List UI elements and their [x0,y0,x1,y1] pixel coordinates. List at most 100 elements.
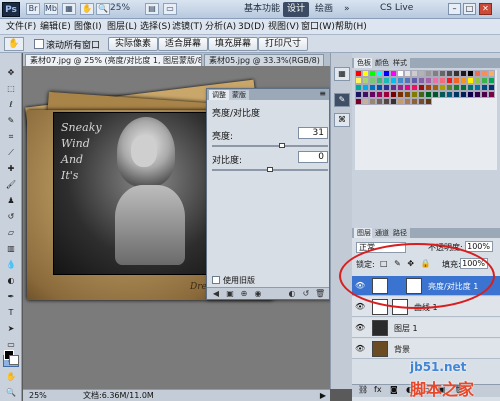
link-icon[interactable]: ⛓ [358,385,368,394]
swatch[interactable] [432,70,439,77]
type-tool-icon[interactable]: T [3,307,19,319]
swatch[interactable] [488,84,495,91]
swatch[interactable] [355,70,362,77]
cs-live-button[interactable]: CS Live [380,3,413,13]
menu-3d[interactable]: 3D(D) [238,20,265,34]
print-size-button[interactable]: 打印尺寸 [258,37,309,51]
swatch[interactable] [453,84,460,91]
blur-tool-icon[interactable]: 💧 [3,259,19,271]
layer-row[interactable]: 👁 图层 1 [352,318,500,338]
layer-name[interactable]: 图层 1 [394,323,418,334]
history-brush-tool-icon[interactable]: ↺ [3,211,19,223]
swatch[interactable] [376,84,383,91]
swatch[interactable] [453,77,460,84]
color-panel-icon[interactable]: ▦ [334,67,350,81]
delete-icon[interactable]: 🗑 [315,289,325,299]
swatch[interactable] [418,84,425,91]
swatch[interactable] [376,91,383,98]
swatch[interactable] [411,91,418,98]
swatch[interactable] [355,98,362,105]
fx-icon[interactable]: fx [374,385,382,394]
menu-filter[interactable]: 滤镜(T) [172,20,203,34]
swatch[interactable] [488,70,495,77]
workspace-design[interactable]: 设计 [283,2,310,17]
swatch[interactable] [467,84,474,91]
opacity-input[interactable]: 100% [465,241,493,252]
crop-tool-icon[interactable]: ⌗ [3,131,19,143]
swatch[interactable] [432,84,439,91]
lasso-tool-icon[interactable]: ℓ [3,99,19,111]
swatch[interactable] [481,84,488,91]
eyedropper-tool-icon[interactable]: ⟋ [3,147,19,159]
path-select-tool-icon[interactable]: ➤ [3,323,19,335]
swatch[interactable] [439,77,446,84]
mask-icon[interactable]: ◙ [390,385,398,394]
swatch[interactable] [411,70,418,77]
tab-masks[interactable]: 蒙版 [229,90,249,100]
swatch[interactable] [446,77,453,84]
swatch[interactable] [390,91,397,98]
swatch[interactable] [383,98,390,105]
layer-row[interactable]: 👁 背景 [352,339,500,359]
menu-view[interactable]: 视图(V) [268,20,299,34]
swatch[interactable] [439,70,446,77]
swatch[interactable] [488,77,495,84]
expand-icon[interactable]: ▣ [225,289,235,299]
swatch[interactable] [390,70,397,77]
brush-panel-icon[interactable]: ✎ [334,93,350,107]
swatch[interactable] [383,84,390,91]
swatch[interactable] [376,70,383,77]
eye-icon[interactable]: 👁 [355,303,365,311]
swatch[interactable] [404,98,411,105]
swatch[interactable] [397,70,404,77]
swatch[interactable] [404,91,411,98]
swatch[interactable] [369,98,376,105]
swatch[interactable] [467,77,474,84]
swatch[interactable] [467,70,474,77]
menu-analysis[interactable]: 分析(A) [205,20,236,34]
swatch[interactable] [474,77,481,84]
tab-paths[interactable]: 路径 [390,228,410,238]
menu-window[interactable]: 窗口(W) [301,20,335,34]
fit-screen-button[interactable]: 适合屏幕 [158,37,209,51]
swatch[interactable] [418,91,425,98]
swatch[interactable] [369,91,376,98]
swatch[interactable] [418,77,425,84]
eye-icon[interactable]: 👁 [355,345,365,353]
swatch[interactable] [418,70,425,77]
swatch[interactable] [362,98,369,105]
bridge-icon[interactable]: Br [26,3,40,15]
swatch[interactable] [390,98,397,105]
swatch[interactable] [411,77,418,84]
gradient-tool-icon[interactable]: ▥ [3,243,19,255]
swatch[interactable] [397,98,404,105]
swatch[interactable] [397,84,404,91]
zoom-icon[interactable]: 🔍 [96,3,110,15]
swatch[interactable] [488,91,495,98]
swatch[interactable] [474,84,481,91]
swatch[interactable] [446,91,453,98]
swatch[interactable] [411,98,418,105]
eye-icon[interactable]: 👁 [355,324,365,332]
back-arrow-icon[interactable]: ◀ [211,289,221,299]
swatch[interactable] [390,84,397,91]
brightness-input[interactable]: 31 [298,127,328,139]
swatch[interactable] [404,84,411,91]
menu-help[interactable]: 帮助(H) [335,20,367,34]
swatch[interactable] [376,98,383,105]
brush-tool-icon[interactable]: 🖌 [3,179,19,191]
visibility-icon[interactable]: ◉ [253,289,263,299]
arrange-icon[interactable]: ▤ [145,3,159,15]
background-color[interactable] [9,355,19,365]
swatch[interactable] [425,70,432,77]
quick-select-tool-icon[interactable]: ✎ [3,115,19,127]
swatch[interactable] [404,70,411,77]
swatch[interactable] [432,91,439,98]
pen-tool-icon[interactable]: ✒ [3,291,19,303]
swatch[interactable] [425,91,432,98]
swatch[interactable] [446,70,453,77]
scroll-all-windows-checkbox[interactable] [34,39,44,49]
workspace-essentials[interactable]: 基本功能 [240,2,284,17]
swatch[interactable] [460,91,467,98]
swatch[interactable] [362,91,369,98]
